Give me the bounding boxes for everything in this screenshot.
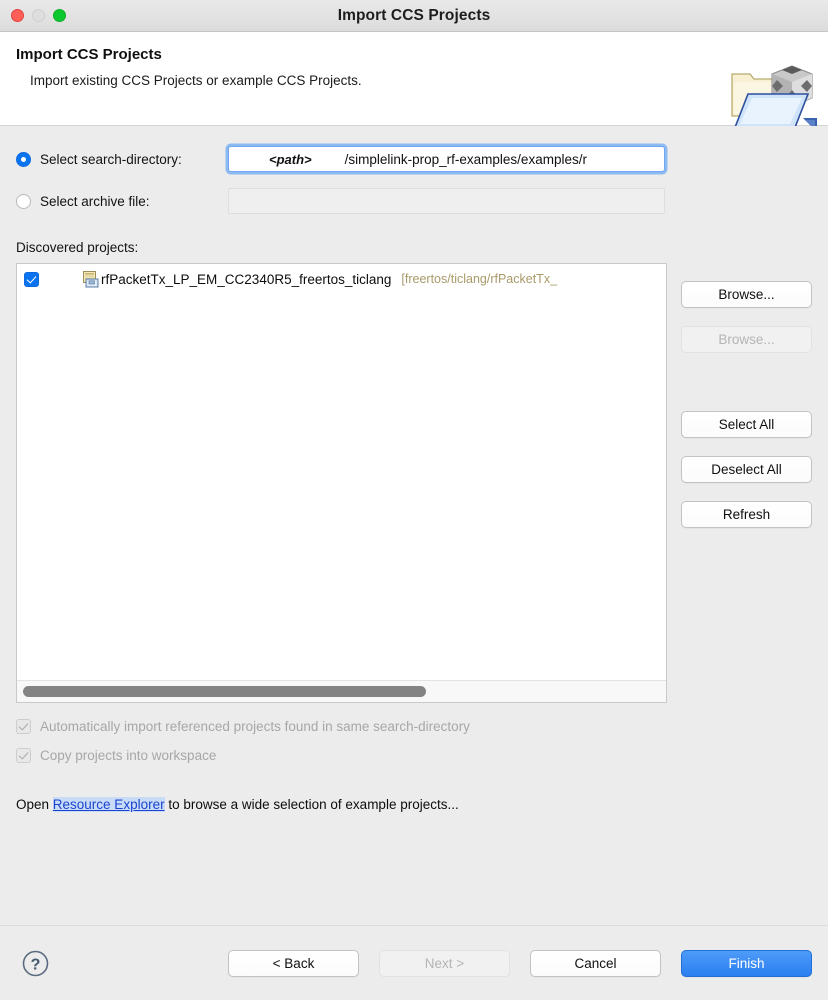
help-question-icon[interactable]: ? (22, 950, 49, 977)
archive-file-label: Select archive file: (40, 193, 150, 209)
open-prefix-text: Open (16, 797, 53, 812)
horizontal-scrollbar[interactable] (17, 680, 666, 702)
search-directory-path-value: /simplelink-prop_rf-examples/examples/r (344, 151, 587, 167)
search-directory-label: Select search-directory: (40, 151, 182, 167)
page-subtitle: Import existing CCS Projects or example … (30, 73, 362, 88)
discovered-projects-list[interactable]: rfPacketTx_LP_EM_CC2340R5_freertos_ticla… (16, 263, 667, 703)
deselect-all-button[interactable]: Deselect All (681, 456, 812, 483)
maximize-window-button[interactable] (53, 9, 66, 22)
next-button: Next > (379, 949, 510, 977)
resource-explorer-line: Open Resource Explorer to browse a wide … (16, 797, 812, 812)
copy-projects-label: Copy projects into workspace (40, 748, 217, 763)
dialog-footer: ? < Back Next > Cancel Finish (0, 925, 828, 1000)
search-directory-radio-group[interactable]: Select search-directory: (16, 151, 228, 167)
minimize-window-button[interactable] (32, 9, 45, 22)
project-checkbox[interactable] (24, 271, 39, 287)
window-titlebar: Import CCS Projects (0, 0, 828, 32)
auto-import-referenced-checkbox (16, 719, 31, 734)
archive-file-radio[interactable] (16, 193, 31, 209)
finish-button[interactable]: Finish (681, 949, 812, 977)
discovered-projects-label: Discovered projects: (16, 240, 139, 255)
search-directory-input[interactable]: <path> /simplelink-prop_rf-examples/exam… (228, 146, 665, 172)
archive-file-row: Select archive file: Browse... (16, 188, 812, 353)
footer-button-group: < Back Next > Cancel Finish (228, 949, 812, 977)
close-window-button[interactable] (11, 9, 24, 22)
project-name: rfPacketTx_LP_EM_CC2340R5_freertos_ticla… (101, 271, 392, 287)
auto-import-referenced-option: Automatically import referenced projects… (16, 719, 812, 734)
search-directory-path-token: <path> (269, 151, 312, 167)
ccs-project-icon (83, 270, 99, 287)
project-path: [freertos/ticlang/rfPacketTx_ (401, 272, 558, 286)
import-projects-folder-icon (731, 65, 817, 132)
resource-explorer-link[interactable]: Resource Explorer (52, 797, 165, 812)
open-suffix-text: to browse a wide selection of example pr… (164, 797, 459, 812)
auto-import-referenced-label: Automatically import referenced projects… (40, 719, 470, 734)
back-button[interactable]: < Back (228, 949, 359, 977)
copy-projects-option: Copy projects into workspace (16, 748, 812, 763)
dialog-header: Import CCS Projects Import existing CCS … (0, 32, 828, 132)
search-directory-radio[interactable] (16, 151, 31, 167)
select-all-button[interactable]: Select All (681, 411, 812, 438)
window-controls (11, 0, 66, 31)
horizontal-scrollbar-thumb[interactable] (23, 686, 426, 697)
copy-projects-checkbox (16, 748, 31, 763)
refresh-button[interactable]: Refresh (681, 501, 812, 528)
svg-text:?: ? (31, 956, 41, 973)
cancel-button[interactable]: Cancel (530, 949, 661, 977)
browse-archive-file-button: Browse... (681, 326, 812, 353)
window-title: Import CCS Projects (337, 6, 491, 24)
import-ccs-projects-dialog: Import CCS Projects Import CCS Projects … (0, 0, 828, 1000)
page-title: Import CCS Projects (16, 46, 162, 63)
dialog-body: Select search-directory: <path> /simplel… (0, 126, 828, 925)
table-row[interactable]: rfPacketTx_LP_EM_CC2340R5_freertos_ticla… (17, 266, 666, 292)
archive-file-input[interactable] (228, 188, 665, 214)
search-directory-row: Select search-directory: <path> /simplel… (16, 144, 812, 308)
archive-file-radio-group[interactable]: Select archive file: (16, 193, 228, 209)
browse-search-directory-button[interactable]: Browse... (681, 281, 812, 308)
